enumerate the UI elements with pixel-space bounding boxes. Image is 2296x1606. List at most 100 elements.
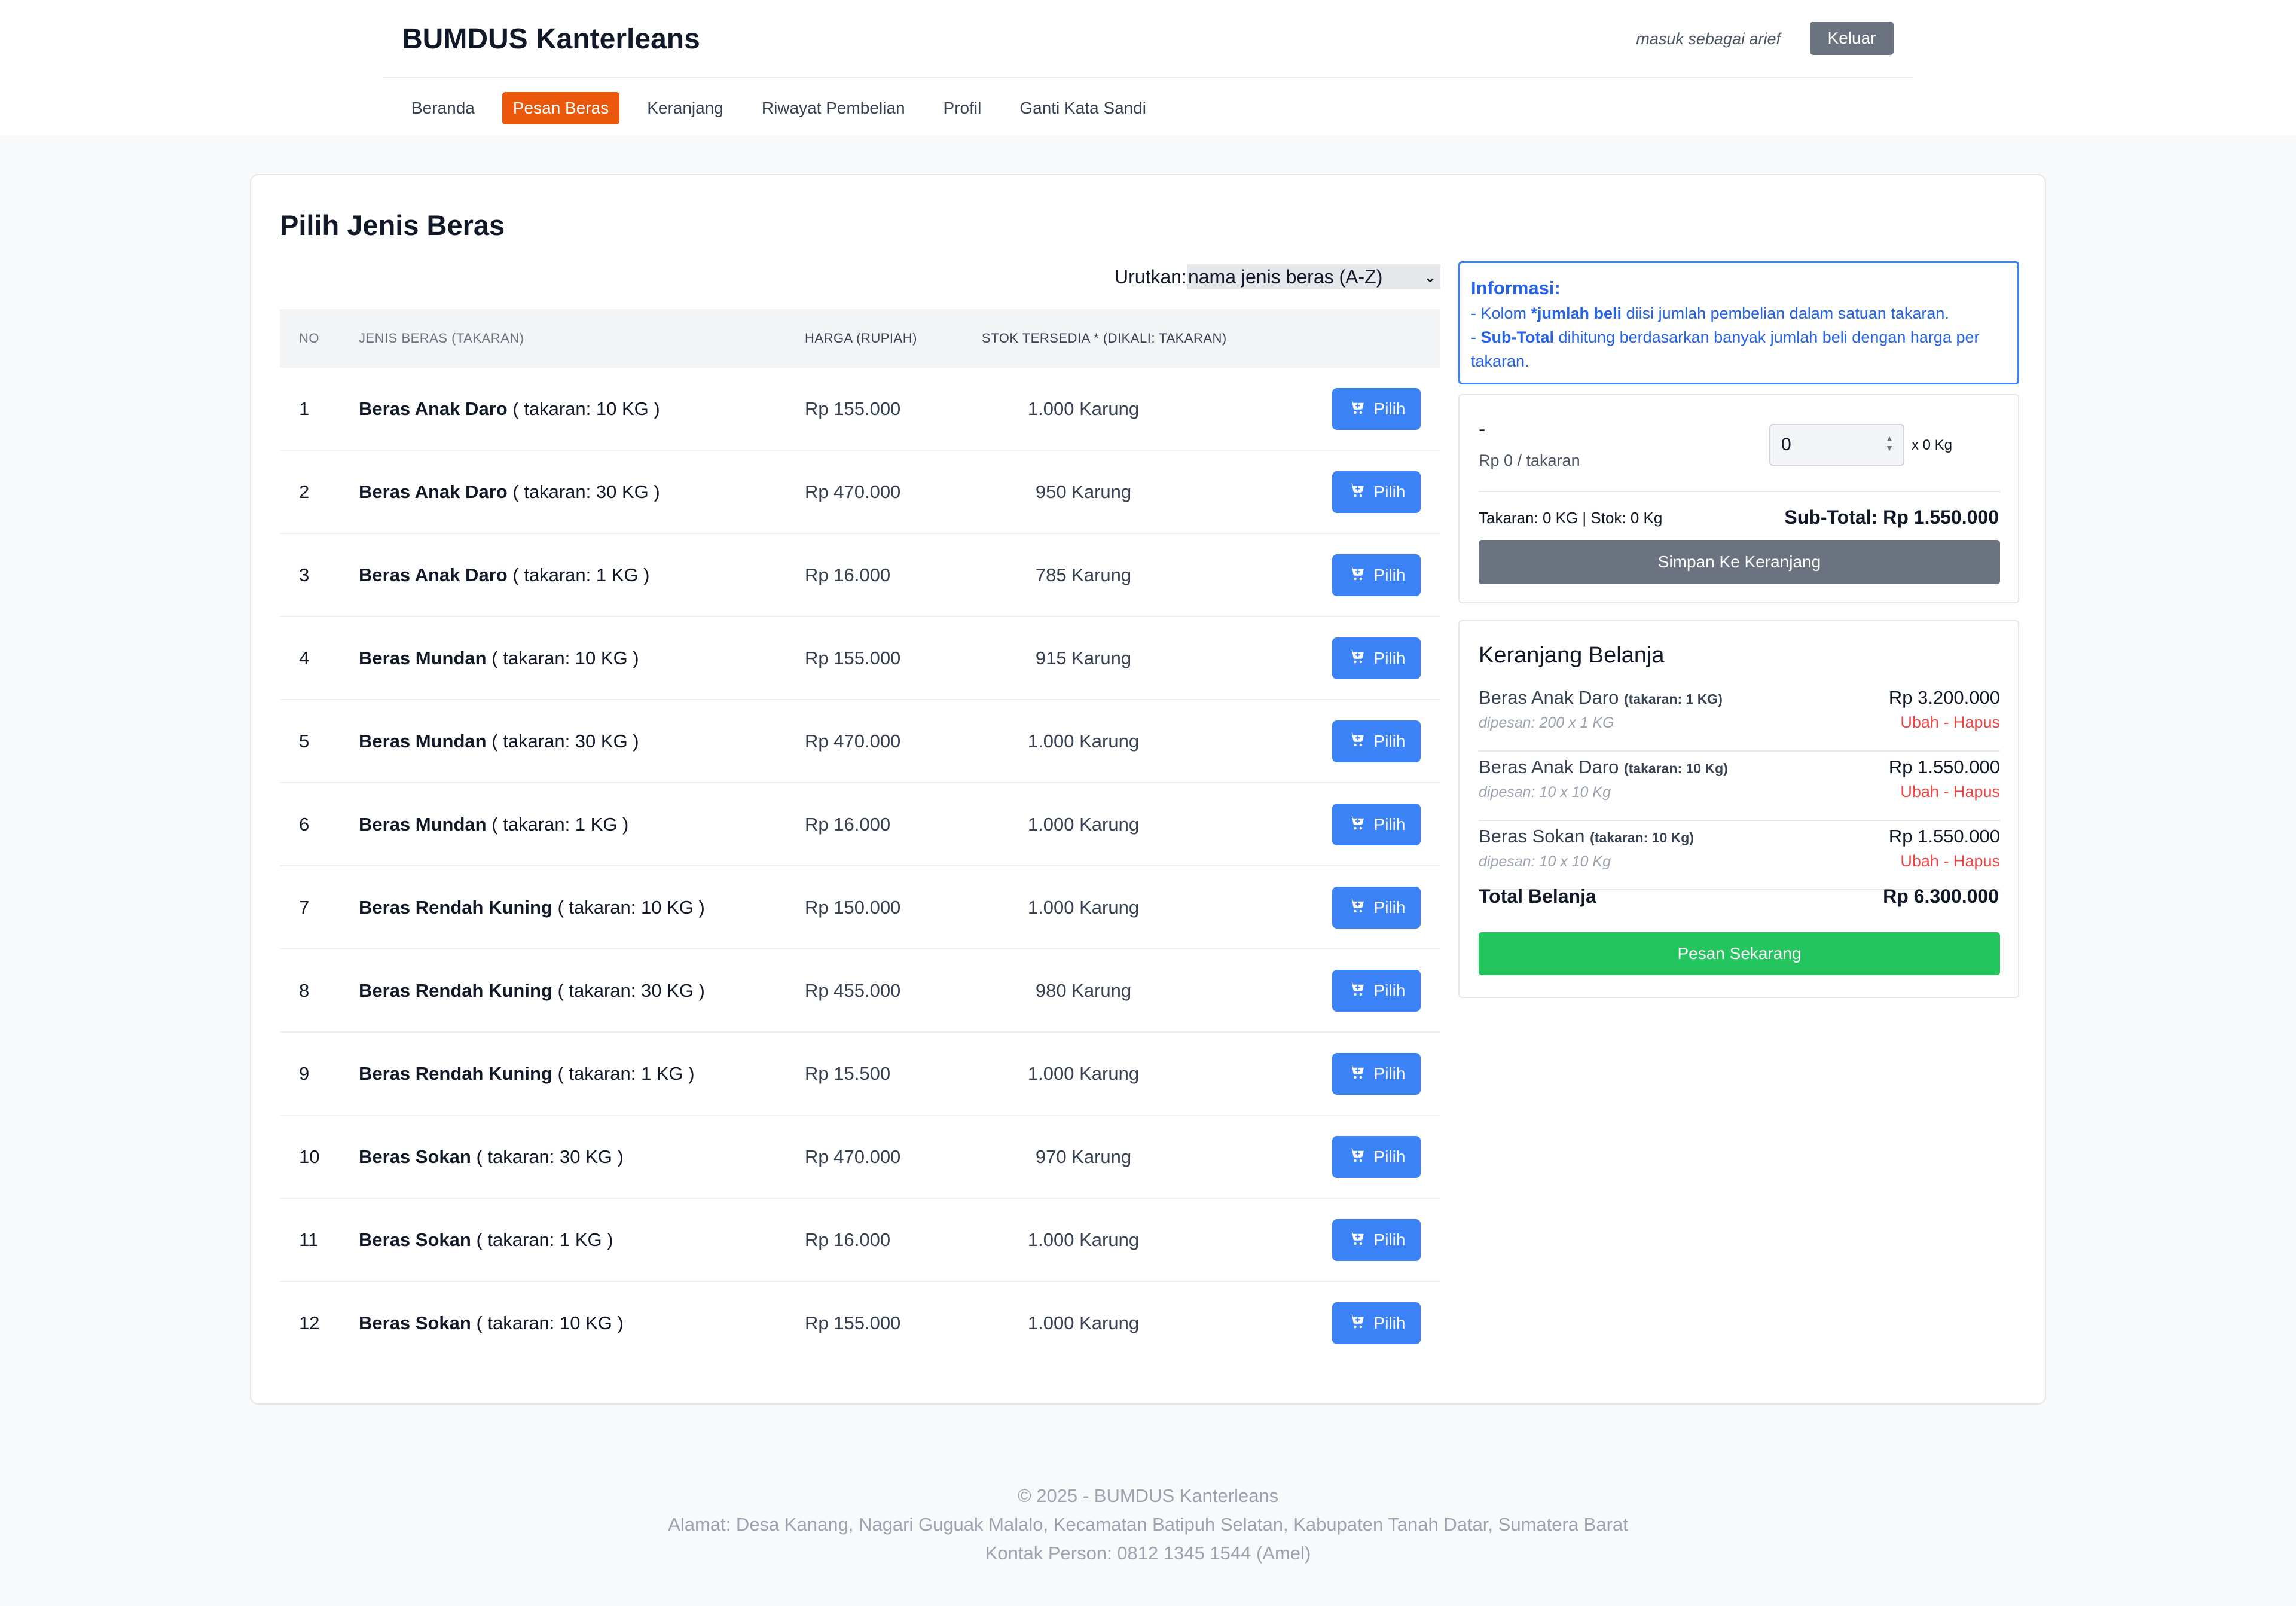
table-row: 1 Beras Anak Daro ( takaran: 10 KG ) Rp 15… <box>280 368 1440 451</box>
row-rice-name: Beras Sokan ( takaran: 10 KG ) <box>359 1312 624 1333</box>
cart-item-edit-delete-links[interactable]: Ubah - Hapus <box>1900 713 2000 732</box>
pick-button[interactable]: Pilih <box>1332 471 1421 513</box>
cart-list: Beras Anak Daro (takaran: 1 KG) Rp 3.200.… <box>1479 683 2000 891</box>
cart-item-edit-delete-links[interactable]: Ubah - Hapus <box>1900 852 2000 871</box>
row-price: Rp 16.000 <box>805 1229 891 1250</box>
row-stock: 1.000 Karung <box>1027 730 1140 752</box>
cart-item-name: Beras Anak Daro (takaran: 10 Kg) <box>1479 756 1728 777</box>
save-to-cart-button[interactable]: Simpan Ke Keranjang <box>1479 540 2000 584</box>
chevron-down-icon: ⌄ <box>1424 267 1437 286</box>
cart-item-name: Beras Anak Daro (takaran: 1 KG) <box>1479 687 1723 708</box>
pick-button[interactable]: Pilih <box>1332 637 1421 679</box>
quantity-stepper[interactable]: ▲ ▼ <box>1885 433 1894 453</box>
page-title: Pilih Jenis Beras <box>280 209 505 241</box>
pick-button[interactable]: Pilih <box>1332 554 1421 596</box>
main-card: Pilih Jenis Beras Urutkan: nama jenis be… <box>250 174 2046 1405</box>
row-rice-name: Beras Anak Daro ( takaran: 1 KG ) <box>359 564 650 585</box>
pick-button[interactable]: Pilih <box>1332 886 1421 929</box>
row-price: Rp 16.000 <box>805 813 891 835</box>
row-action: Pilih <box>1269 886 1440 929</box>
table-row: 8 Beras Rendah Kuning ( takaran: 30 KG ) R… <box>280 949 1440 1033</box>
row-stock: 1.000 Karung <box>1027 896 1140 918</box>
cart-item-quantity: dipesan: 200 x 1 KG <box>1479 715 1614 731</box>
selected-unit-price: Rp 0 / takaran <box>1479 451 1580 469</box>
rice-table: NO JENIS BERAS (TAKARAN) HARGA (RUPIAH) … <box>280 309 1440 1364</box>
table-row: 5 Beras Mundan ( takaran: 30 KG ) Rp 470.0… <box>280 700 1440 783</box>
table-row: 11 Beras Sokan ( takaran: 1 KG ) Rp 16.000… <box>280 1199 1440 1282</box>
row-price: Rp 470.000 <box>805 730 901 752</box>
pick-button[interactable]: Pilih <box>1332 969 1421 1012</box>
cart-item-quantity: dipesan: 10 x 10 Kg <box>1479 853 1611 870</box>
table-header: NO JENIS BERAS (TAKARAN) HARGA (RUPIAH) … <box>280 309 1440 368</box>
sort-select[interactable]: nama jenis beras (A-Z) ⌄ <box>1186 264 1440 289</box>
cart-total-value: Rp 6.300.000 <box>1883 886 1999 907</box>
nav-item-pesan-beras[interactable]: Pesan Beras <box>502 92 620 124</box>
footer-contact: Kontak Person: 0812 1345 1544 (Amel) <box>985 1543 1311 1564</box>
row-no: 4 <box>299 647 310 668</box>
col-header-stock: STOK TERSEDIA * (DIKALI: TAKARAN) <box>982 331 1227 346</box>
footer-copyright: © 2025 - BUMDUS Kanterleans <box>1017 1485 1279 1506</box>
cart-item-name: Beras Sokan (takaran: 10 Kg) <box>1479 826 1694 847</box>
row-rice-name: Beras Anak Daro ( takaran: 30 KG ) <box>359 481 660 502</box>
row-stock: 1.000 Karung <box>1027 813 1140 835</box>
row-rice-name: Beras Mundan ( takaran: 30 KG ) <box>359 730 639 752</box>
pick-button-label: Pilih <box>1373 648 1406 667</box>
pick-button[interactable]: Pilih <box>1332 387 1421 430</box>
logged-in-user-text: masuk sebagai arief <box>1636 30 1781 48</box>
row-action: Pilih <box>1269 471 1440 513</box>
pick-button[interactable]: Pilih <box>1332 1135 1421 1178</box>
sort-label: Urutkan: <box>1115 265 1187 288</box>
row-price: Rp 155.000 <box>805 398 901 419</box>
quantity-input[interactable]: 0 ▲ ▼ <box>1769 424 1904 466</box>
header-divider <box>383 77 1913 78</box>
cart-item: Beras Sokan (takaran: 10 Kg) Rp 1.550.000… <box>1479 822 2000 890</box>
row-action: Pilih <box>1269 803 1440 845</box>
pick-button[interactable]: Pilih <box>1332 1219 1421 1261</box>
row-rice-name: Beras Rendah Kuning ( takaran: 1 KG ) <box>359 1062 695 1084</box>
nav-item-profil[interactable]: Profil <box>933 92 993 124</box>
row-no: 7 <box>299 896 310 918</box>
nav-item-riwayat-pembelian[interactable]: Riwayat Pembelian <box>751 92 916 124</box>
cart-item-price: Rp 1.550.000 <box>1888 826 2000 847</box>
pick-button[interactable]: Pilih <box>1332 720 1421 762</box>
row-stock: 1.000 Karung <box>1027 1062 1140 1084</box>
row-no: 12 <box>299 1312 320 1333</box>
top-navbar: BUMDUS Kanterleans masuk sebagai arief K… <box>0 0 2296 135</box>
row-price: Rp 150.000 <box>805 896 901 918</box>
cart-plus-icon <box>1348 1229 1366 1251</box>
footer: © 2025 - BUMDUS Kanterleans Alamat: Desa… <box>0 1482 2296 1568</box>
row-action: Pilih <box>1269 720 1440 762</box>
row-no: 6 <box>299 813 310 835</box>
order-now-button[interactable]: Pesan Sekarang <box>1479 932 2000 975</box>
row-stock: 785 Karung <box>1035 564 1132 585</box>
quantity-suffix: x 0 Kg <box>1912 437 1953 453</box>
row-action: Pilih <box>1269 1302 1440 1344</box>
table-row: 10 Beras Sokan ( takaran: 30 KG ) Rp 470.0… <box>280 1116 1440 1199</box>
pick-button[interactable]: Pilih <box>1332 1302 1421 1344</box>
subtotal: Sub-Total: Rp 1.550.000 <box>1784 506 1999 528</box>
row-price: Rp 470.000 <box>805 1146 901 1167</box>
row-stock: 1.000 Karung <box>1027 1312 1140 1333</box>
pick-button-label: Pilih <box>1373 482 1406 501</box>
row-action: Pilih <box>1269 1219 1440 1261</box>
cart-item: Beras Anak Daro (takaran: 1 KG) Rp 3.200.… <box>1479 683 2000 752</box>
col-header-price: HARGA (RUPIAH) <box>805 331 917 346</box>
cart-plus-icon <box>1348 896 1366 918</box>
pick-button-label: Pilih <box>1373 565 1406 584</box>
logout-button[interactable]: Keluar <box>1810 22 1894 55</box>
nav-item-ganti-kata-sandi[interactable]: Ganti Kata Sandi <box>1009 92 1157 124</box>
pick-button[interactable]: Pilih <box>1332 1052 1421 1095</box>
pick-button-label: Pilih <box>1373 399 1406 418</box>
table-row: 12 Beras Sokan ( takaran: 10 KG ) Rp 155.0… <box>280 1282 1440 1364</box>
brand-title[interactable]: BUMDUS Kanterleans <box>402 23 700 56</box>
cart-item-edit-delete-links[interactable]: Ubah - Hapus <box>1900 783 2000 801</box>
pick-button[interactable]: Pilih <box>1332 803 1421 845</box>
row-price: Rp 470.000 <box>805 481 901 502</box>
nav-item-keranjang[interactable]: Keranjang <box>636 92 734 124</box>
cart-item-price: Rp 1.550.000 <box>1888 756 2000 777</box>
order-form: - Rp 0 / takaran 0 ▲ ▼ x 0 Kg Takaran: 0 … <box>1458 394 2019 603</box>
pick-button-label: Pilih <box>1373 814 1406 833</box>
info-box: Informasi: - Kolom *jumlah beli diisi ju… <box>1458 261 2019 384</box>
nav-item-beranda[interactable]: Beranda <box>401 92 486 124</box>
cart-plus-icon <box>1348 564 1366 586</box>
